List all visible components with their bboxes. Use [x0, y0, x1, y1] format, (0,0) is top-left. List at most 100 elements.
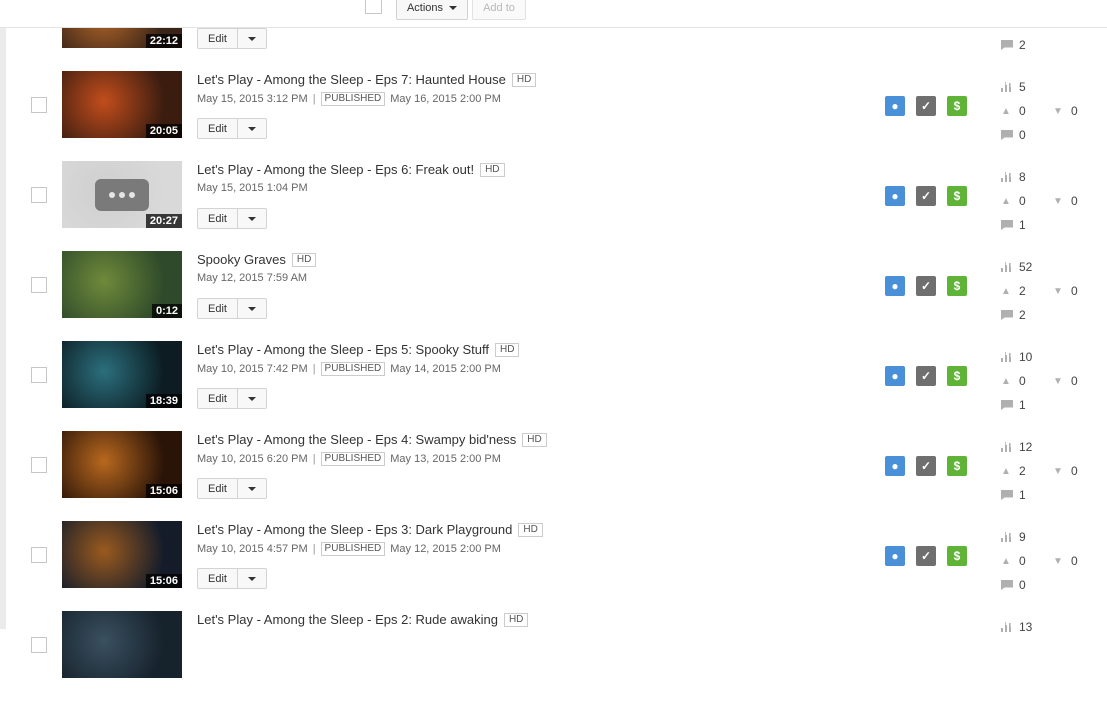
comment-icon — [1001, 130, 1013, 140]
likes-count: 0 — [1019, 194, 1026, 208]
placeholder-thumbnail-icon — [95, 179, 149, 211]
title-line: Let's Play - Among the Sleep - Eps 3: Da… — [197, 522, 543, 537]
bar-chart-icon — [1001, 352, 1013, 362]
edit-button[interactable]: Edit — [198, 389, 238, 408]
edit-button[interactable]: Edit — [198, 119, 238, 138]
published-date: May 14, 2015 2:00 PM — [390, 363, 501, 375]
chevron-down-icon — [248, 216, 256, 221]
views-count: 8 — [1019, 170, 1026, 184]
check-icon[interactable]: ✓ — [916, 276, 936, 296]
row-checkbox[interactable] — [31, 367, 47, 383]
edit-dropdown-button[interactable] — [238, 29, 266, 48]
check-icon[interactable]: ✓ — [916, 186, 936, 206]
edit-button[interactable]: Edit — [198, 479, 238, 498]
row-checkbox[interactable] — [31, 277, 47, 293]
edit-dropdown-button[interactable] — [238, 299, 266, 318]
title-line: Spooky Graves HD — [197, 252, 317, 267]
video-thumbnail[interactable]: 18:39 — [62, 341, 182, 408]
duration-badge: 20:05 — [145, 124, 182, 138]
views-count: 10 — [1019, 350, 1033, 364]
video-row: 0:12 Spooky Graves HD May 12, 2015 7:59 AM E… — [0, 251, 1107, 341]
row-checkbox[interactable] — [31, 547, 47, 563]
dollar-icon[interactable]: $ — [947, 546, 967, 566]
duration-badge: 15:06 — [145, 574, 182, 588]
video-title[interactable]: Spooky Graves — [197, 252, 286, 267]
video-thumbnail[interactable]: 20:27 — [62, 161, 182, 228]
check-icon[interactable]: ✓ — [916, 366, 936, 386]
views-stat: 13 — [1001, 620, 1032, 634]
video-thumbnail[interactable] — [62, 611, 182, 678]
edit-button[interactable]: Edit — [198, 299, 238, 318]
video-title[interactable]: Let's Play - Among the Sleep - Eps 7: Ha… — [197, 72, 506, 87]
dislikes-stat: ▼ 0 — [1053, 464, 1083, 478]
edit-button-group: Edit — [197, 28, 267, 49]
edit-button[interactable]: Edit — [198, 209, 238, 228]
row-checkbox[interactable] — [31, 187, 47, 203]
video-row: Let's Play - Among the Sleep - Eps 2: Ru… — [0, 611, 1107, 701]
row-checkbox[interactable] — [31, 457, 47, 473]
dollar-icon[interactable]: $ — [947, 366, 967, 386]
row-checkbox[interactable] — [31, 637, 47, 653]
dislikes-count: 0 — [1071, 374, 1078, 388]
video-thumbnail[interactable]: 15:06 — [62, 431, 182, 498]
meta-line: May 10, 2015 4:57 PM | PUBLISHED May 12, 20… — [197, 542, 501, 556]
actions-label: Actions — [406, 2, 444, 14]
globe-icon[interactable]: ● — [885, 546, 905, 566]
actions-button[interactable]: Actions — [396, 0, 468, 20]
hd-badge: HD — [495, 342, 520, 357]
edit-button[interactable]: Edit — [198, 29, 238, 48]
edit-button-group: Edit — [197, 118, 267, 139]
dislikes-stat: ▼ 0 — [1053, 284, 1083, 298]
comments-count: 2 — [1019, 308, 1026, 322]
globe-icon[interactable]: ● — [885, 96, 905, 116]
views-count: 9 — [1019, 530, 1026, 544]
globe-icon[interactable]: ● — [885, 276, 905, 296]
edit-dropdown-button[interactable] — [238, 569, 266, 588]
likes-stat: ▲ 2 — [1001, 464, 1031, 478]
title-line: Let's Play - Among the Sleep - Eps 4: Sw… — [197, 432, 547, 447]
thumbs-up-icon: ▲ — [1001, 286, 1011, 297]
globe-icon[interactable]: ● — [885, 456, 905, 476]
video-thumbnail[interactable]: 20:05 — [62, 71, 182, 138]
edit-dropdown-button[interactable] — [238, 479, 266, 498]
check-icon[interactable]: ✓ — [916, 546, 936, 566]
published-date: May 13, 2015 2:00 PM — [390, 453, 501, 465]
check-icon[interactable]: ✓ — [916, 456, 936, 476]
comments-count: 0 — [1019, 128, 1026, 142]
hd-badge: HD — [503, 612, 529, 627]
toolbar: Actions Add to — [0, 0, 1107, 28]
chevron-down-icon — [248, 306, 256, 311]
video-thumbnail[interactable]: 15:06 — [62, 521, 182, 588]
edit-button[interactable]: Edit — [198, 569, 238, 588]
select-all-checkbox[interactable] — [365, 0, 382, 14]
dislikes-count: 0 — [1071, 104, 1078, 118]
thumbs-up-icon: ▲ — [1001, 466, 1011, 477]
comment-icon — [1001, 580, 1013, 590]
video-title[interactable]: Let's Play - Among the Sleep - Eps 3: Da… — [197, 522, 512, 537]
video-title[interactable]: Let's Play - Among the Sleep - Eps 5: Sp… — [197, 342, 489, 357]
likes-count: 2 — [1019, 284, 1026, 298]
chevron-down-icon — [449, 6, 458, 10]
globe-icon[interactable]: ● — [885, 366, 905, 386]
dollar-icon[interactable]: $ — [947, 276, 967, 296]
video-title[interactable]: Let's Play - Among the Sleep - Eps 6: Fr… — [197, 162, 474, 177]
dislikes-stat: ▼ 0 — [1053, 554, 1083, 568]
edit-dropdown-button[interactable] — [238, 389, 266, 408]
edit-dropdown-button[interactable] — [238, 209, 266, 228]
video-title[interactable]: Let's Play - Among the Sleep - Eps 2: Ru… — [197, 612, 498, 627]
bar-chart-icon — [1001, 262, 1013, 272]
dollar-icon[interactable]: $ — [947, 186, 967, 206]
dollar-icon[interactable]: $ — [947, 96, 967, 116]
edit-dropdown-button[interactable] — [238, 119, 266, 138]
dollar-icon[interactable]: $ — [947, 456, 967, 476]
check-icon[interactable]: ✓ — [916, 96, 936, 116]
comments-stat: 1 — [1001, 218, 1031, 232]
video-title[interactable]: Let's Play - Among the Sleep - Eps 4: Sw… — [197, 432, 516, 447]
upload-date: May 10, 2015 4:57 PM — [197, 543, 308, 555]
video-thumbnail[interactable]: 0:12 — [62, 251, 182, 318]
add-to-button[interactable]: Add to — [472, 0, 526, 20]
views-count: 12 — [1019, 440, 1033, 454]
upload-date: May 10, 2015 7:42 PM — [197, 363, 308, 375]
row-checkbox[interactable] — [31, 97, 47, 113]
globe-icon[interactable]: ● — [885, 186, 905, 206]
